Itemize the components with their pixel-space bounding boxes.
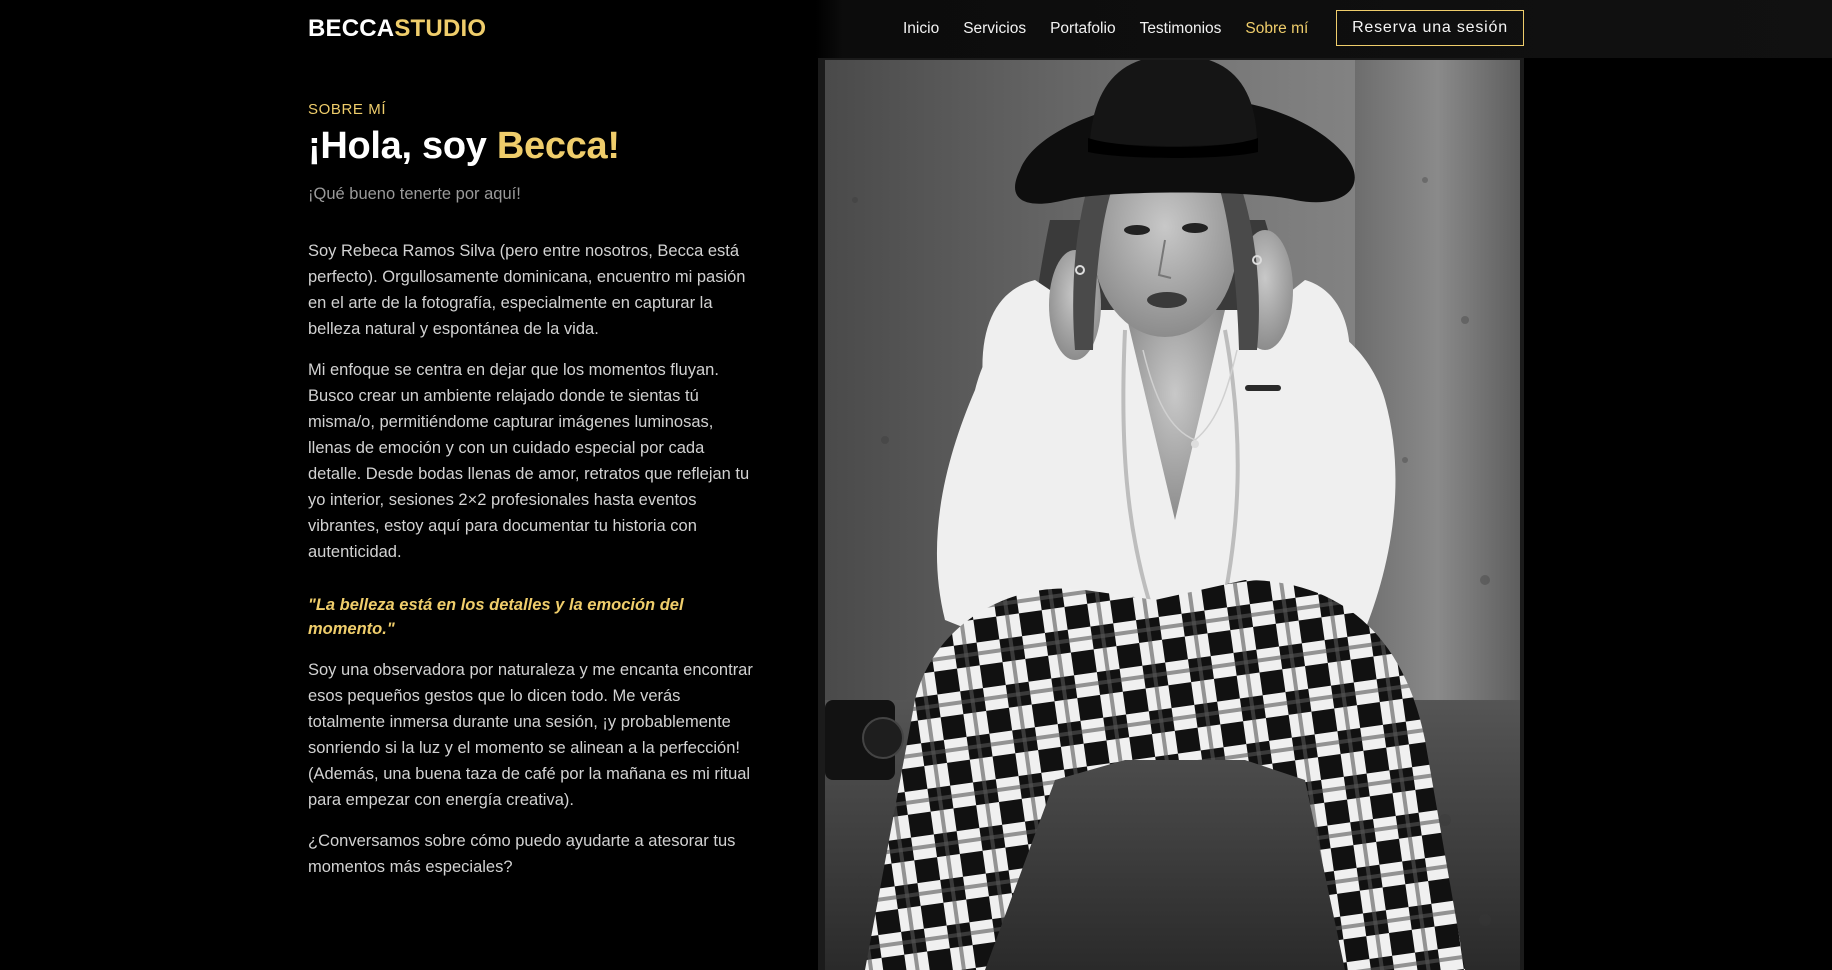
book-session-button[interactable]: Reserva una sesión — [1336, 10, 1524, 46]
bio-paragraph-2: Mi enfoque se centra en dejar que los mo… — [308, 361, 750, 561]
nav-link-sobre-mi[interactable]: Sobre mí — [1245, 19, 1308, 39]
nav-link-inicio[interactable]: Inicio — [903, 19, 939, 39]
about-section: SOBRE MÍ ¡Hola, soy Becca! ¡Qué bueno te… — [308, 100, 758, 880]
bio-paragraph-3: Soy una observadora por naturaleza y me … — [308, 661, 753, 809]
portrait-photo — [825, 60, 1520, 970]
logo-main-text: BECCA — [308, 15, 395, 42]
nav-link-testimonios[interactable]: Testimonios — [1140, 19, 1222, 39]
headline-accent: Becca! — [496, 125, 620, 167]
bio-quote: "La belleza está en los detalles y la em… — [308, 596, 684, 638]
nav-link-servicios[interactable]: Servicios — [963, 19, 1026, 39]
about-page: BECCASTUDIO Inicio Servicios Portafolio … — [0, 0, 1832, 970]
portrait-photo-frame — [818, 58, 1524, 970]
brand-logo[interactable]: BECCASTUDIO — [308, 14, 486, 44]
bio-paragraph-1: Soy Rebeca Ramos Silva (pero entre nosot… — [308, 242, 746, 338]
nav-link-portafolio[interactable]: Portafolio — [1050, 19, 1115, 39]
logo-accent-text: STUDIO — [394, 15, 487, 42]
section-eyebrow: SOBRE MÍ — [308, 101, 387, 118]
top-navbar: BECCASTUDIO Inicio Servicios Portafolio … — [0, 0, 1832, 58]
portrait-illustration — [825, 60, 1520, 970]
nav-links: Inicio Servicios Portafolio Testimonios … — [903, 19, 1332, 39]
page-title: ¡Hola, soy Becca! — [308, 124, 758, 168]
headline-prefix: ¡Hola, soy — [308, 125, 497, 167]
bio-paragraph-4: ¿Conversamos sobre cómo puedo ayudarte a… — [308, 832, 736, 876]
subtitle: ¡Qué bueno tenerte por aquí! — [308, 185, 521, 203]
